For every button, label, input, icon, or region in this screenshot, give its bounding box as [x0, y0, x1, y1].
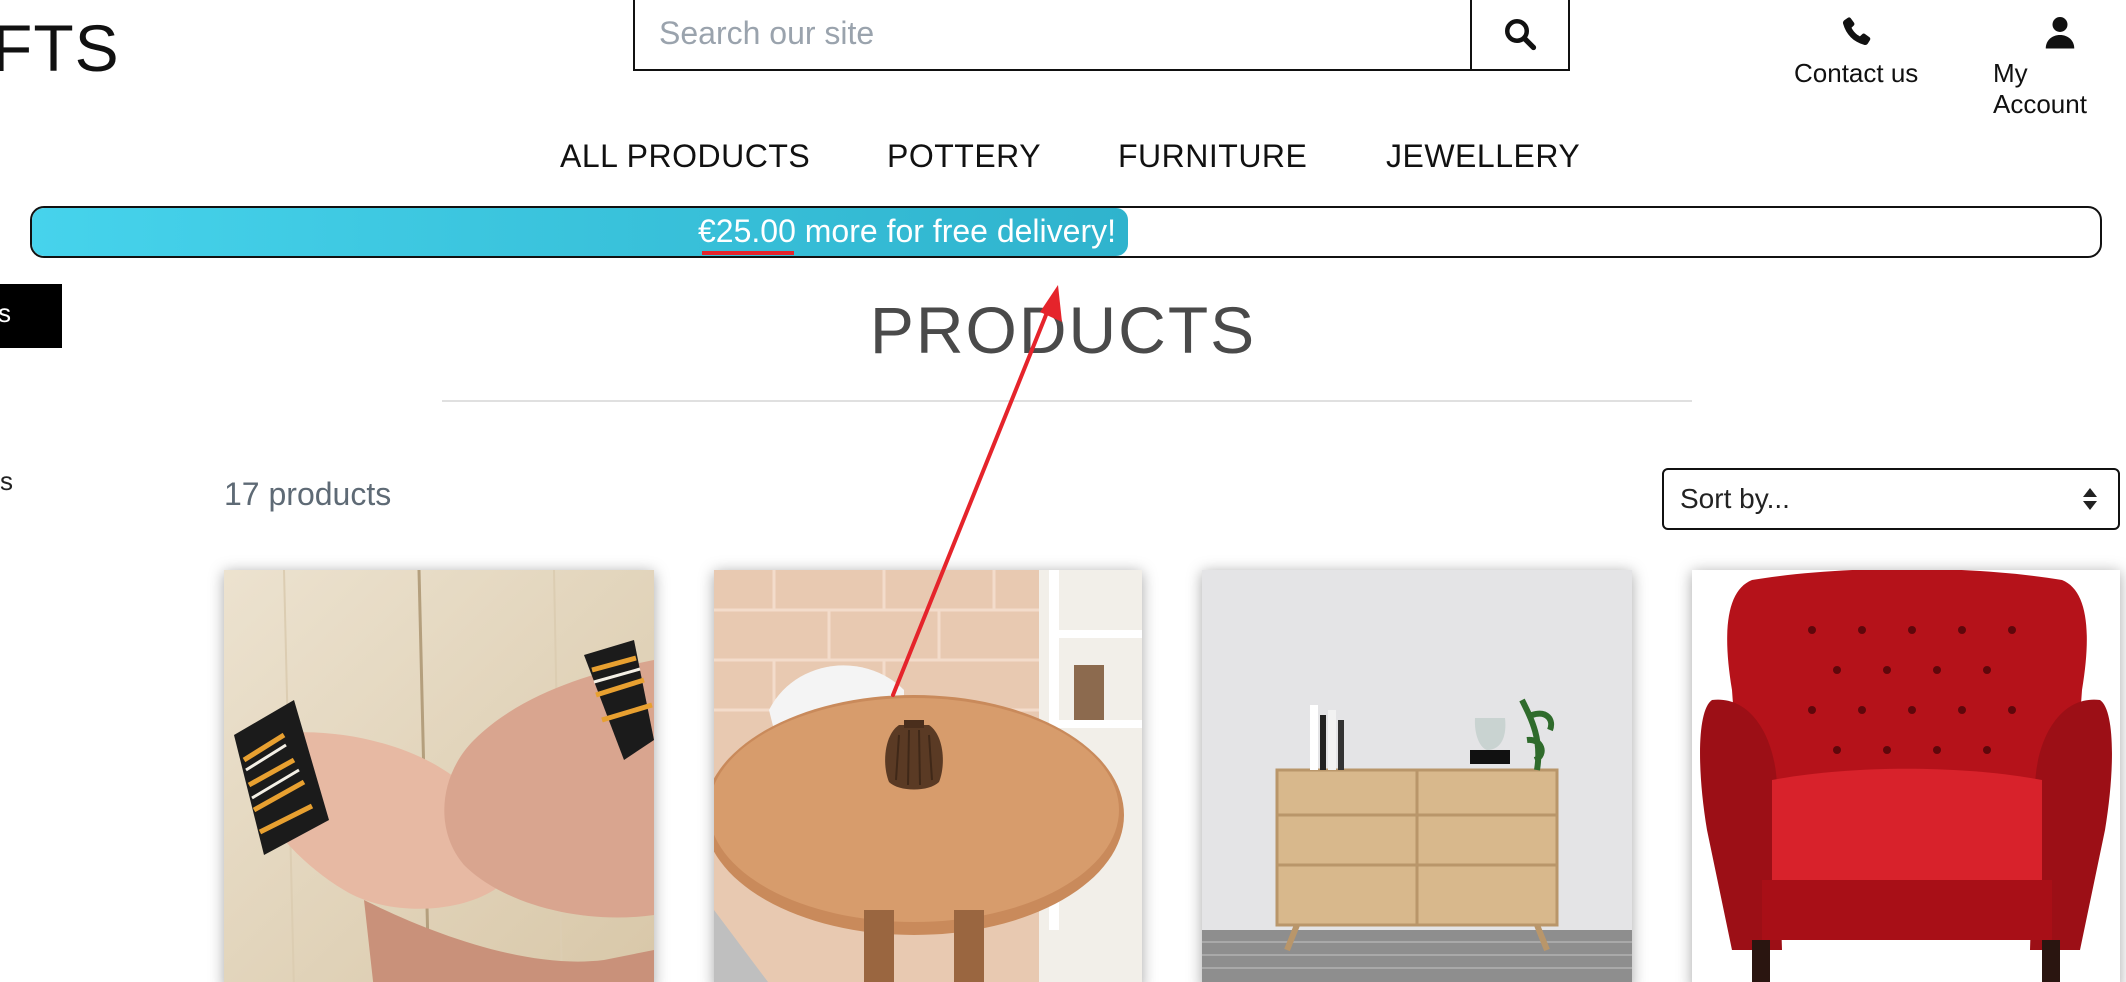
title-divider [442, 400, 1692, 402]
product-card[interactable] [224, 570, 654, 982]
product-image-chair [1692, 570, 2120, 982]
sort-label: Sort by... [1680, 483, 1790, 514]
free-delivery-progress: €25.00 more for free delivery! [30, 206, 2102, 258]
contact-link[interactable]: Contact us [1794, 14, 1918, 89]
product-card[interactable] [1692, 570, 2120, 982]
product-card[interactable] [1202, 570, 1632, 982]
nav-pottery[interactable]: POTTERY [887, 138, 1041, 175]
nav-furniture[interactable]: FURNITURE [1118, 138, 1307, 175]
nav-jewellery[interactable]: JEWELLERY [1386, 138, 1580, 175]
sort-arrows-icon [2083, 488, 2097, 510]
sidebar-item[interactable]: s [0, 466, 13, 497]
search-bar [633, 0, 1570, 71]
product-image-drawers [1202, 570, 1632, 982]
sort-select[interactable]: Sort by... [1662, 468, 2120, 530]
delivery-message: €25.00 more for free delivery! [698, 213, 1116, 250]
search-button[interactable] [1470, 0, 1568, 69]
user-icon [2045, 17, 2074, 49]
nav-all-products[interactable]: ALL PRODUCTS [560, 138, 810, 175]
search-icon [1505, 18, 1537, 50]
product-image-vase [714, 570, 1142, 982]
page-title: PRODUCTS [869, 293, 1257, 367]
product-card[interactable] [714, 570, 1142, 982]
delivery-message-text: more for free delivery! [795, 213, 1116, 249]
phone-icon [1843, 17, 1871, 46]
product-count: 17 products [224, 476, 392, 512]
product-image-bracelets [224, 570, 654, 982]
site-logo[interactable]: FTS [0, 10, 120, 86]
delivery-amount: €25.00 [698, 213, 796, 249]
search-input[interactable] [635, 0, 1470, 69]
account-link[interactable]: My Account [1993, 14, 2126, 120]
contact-label: Contact us [1794, 58, 1919, 88]
main-nav: ALL PRODUCTS POTTERY FURNITURE JEWELLERY [0, 138, 2126, 178]
account-label: My Account [1993, 58, 2087, 119]
